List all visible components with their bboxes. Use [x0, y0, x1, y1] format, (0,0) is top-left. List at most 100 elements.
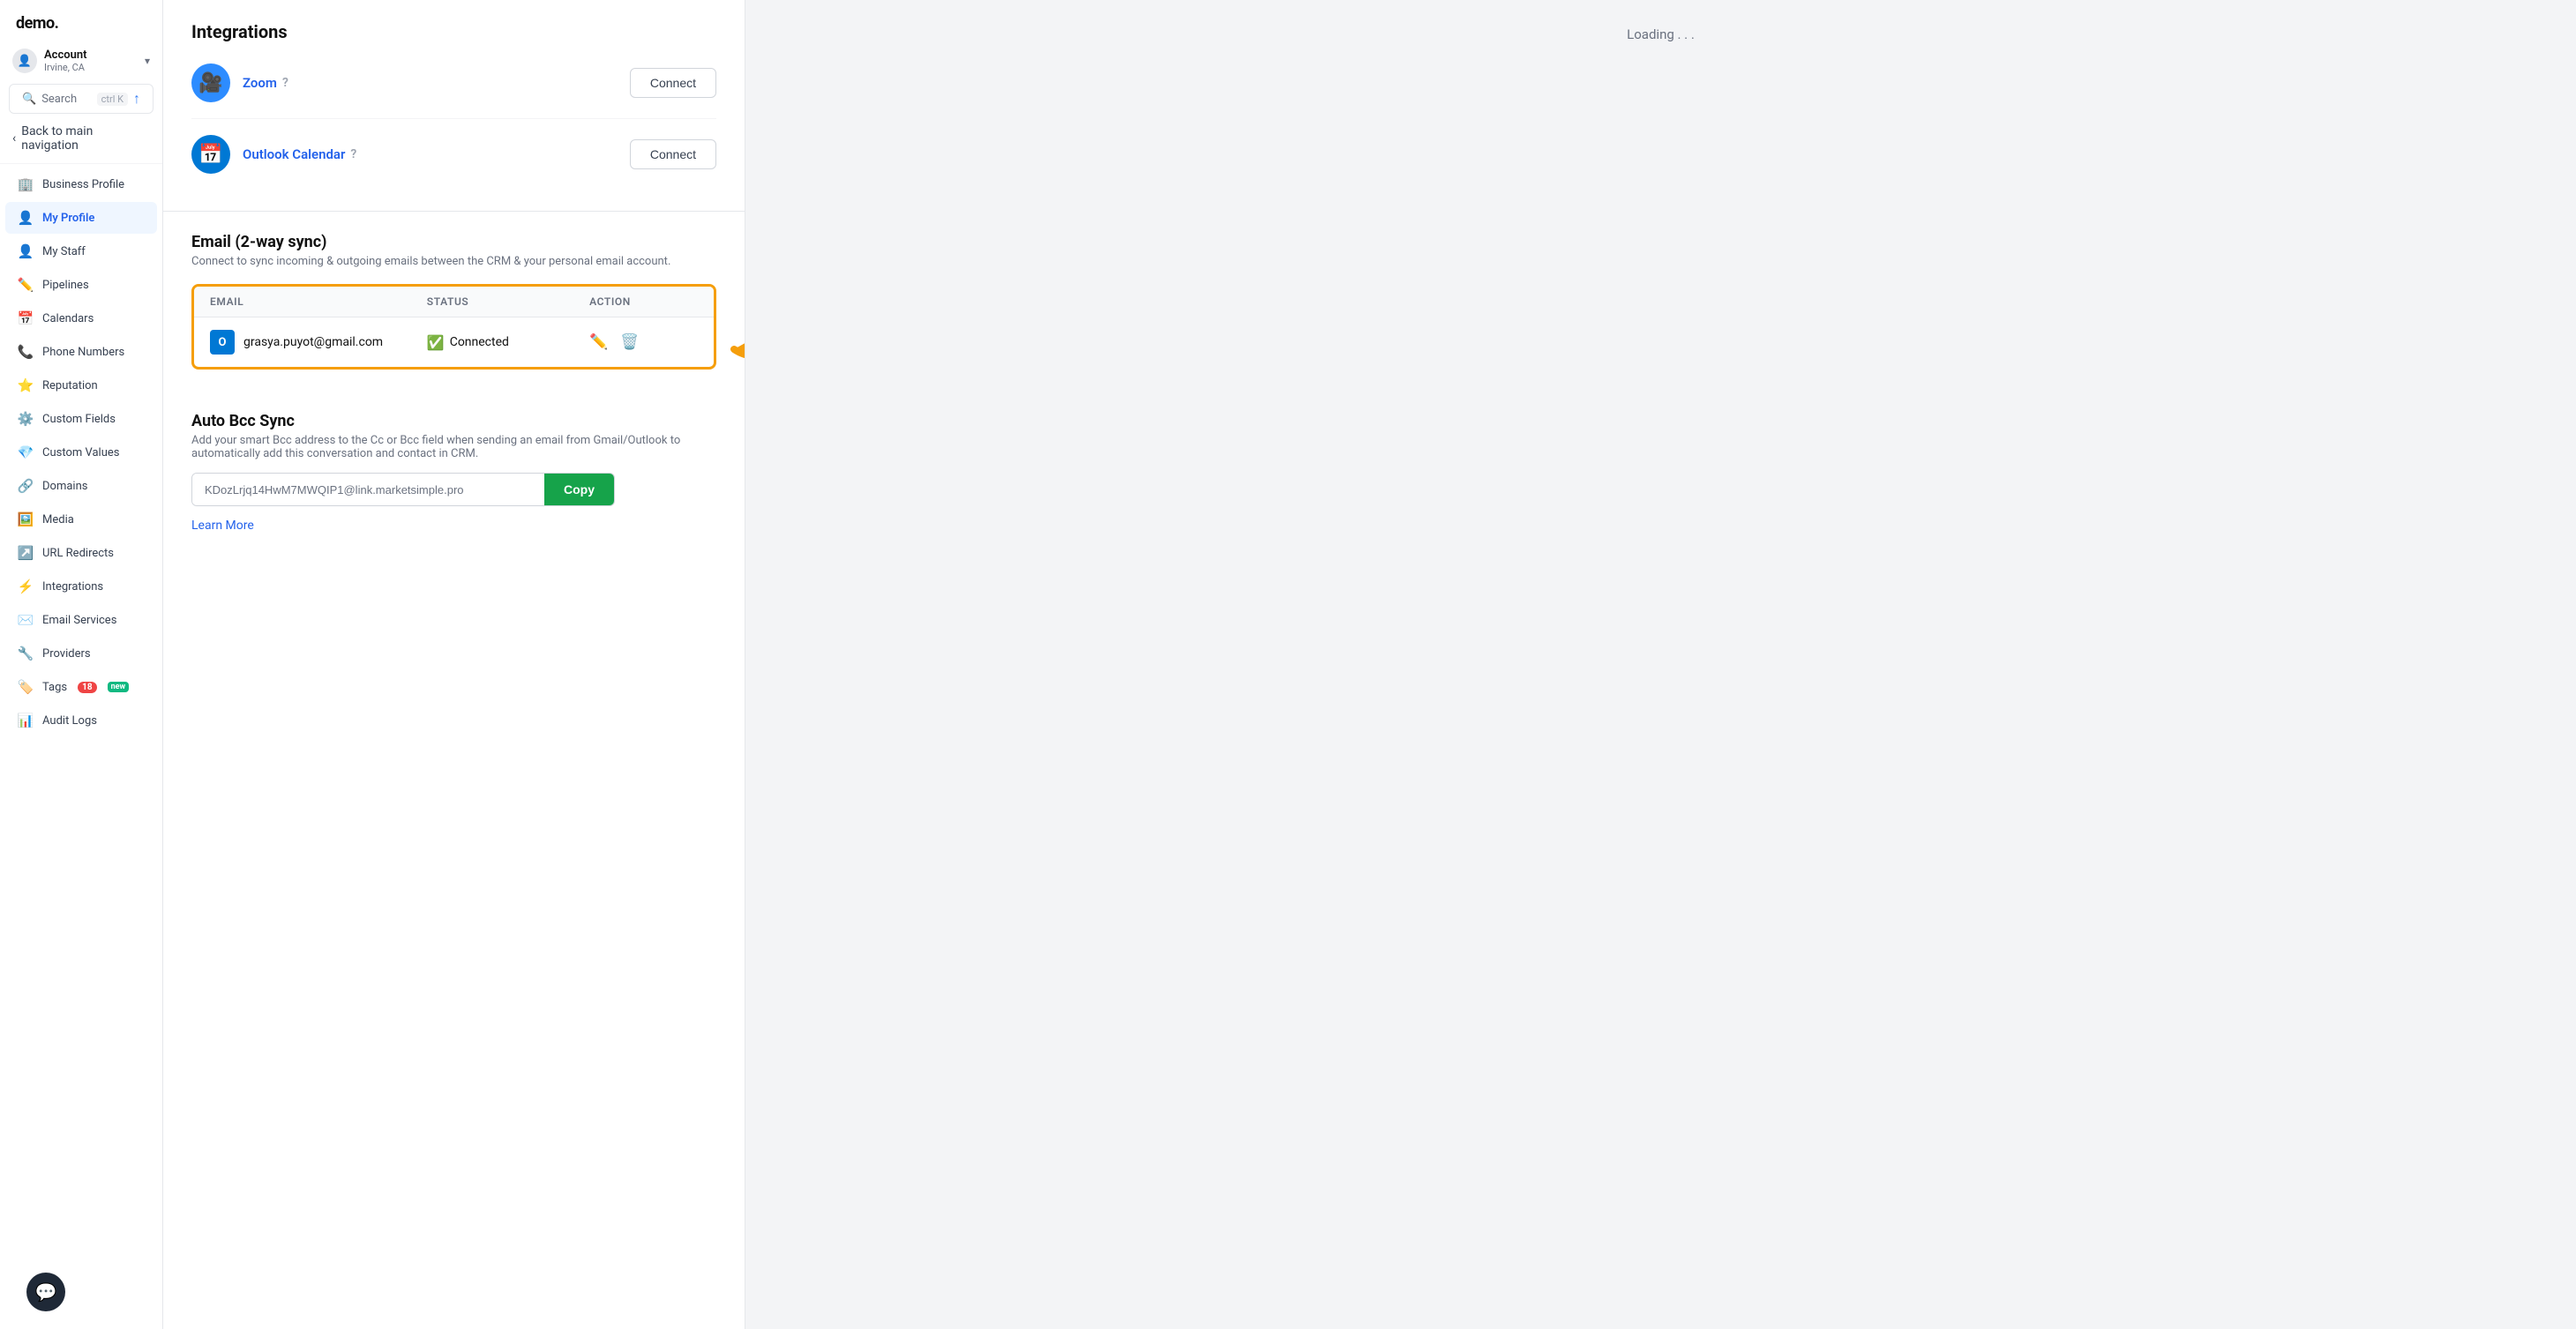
sidebar-item-domains[interactable]: 🔗 Domains [5, 470, 157, 502]
integrations-title: Integrations [191, 21, 716, 42]
zoom-logo: 🎥 [191, 63, 230, 102]
delete-icon[interactable]: 🗑️ [620, 333, 639, 351]
search-label: Search [41, 93, 77, 106]
zoom-name: Zoom ? [243, 75, 288, 91]
sidebar-item-custom-fields[interactable]: ⚙️ Custom Fields [5, 403, 157, 435]
media-icon: 🖼️ [18, 511, 34, 527]
sidebar-item-custom-values[interactable]: 💎 Custom Values [5, 437, 157, 468]
sidebar-item-label: My Profile [42, 212, 94, 225]
outlook-integration-item: 📅 Outlook Calendar ? Connect [191, 119, 716, 190]
sidebar-item-url-redirects[interactable]: ↗️ URL Redirects [5, 537, 157, 569]
account-name: Account [44, 49, 138, 62]
sidebar-item-label: Reputation [42, 379, 98, 392]
outlook-logo: 📅 [191, 135, 230, 174]
account-selector[interactable]: 👤 Account Irvine, CA ▾ [0, 41, 162, 80]
status-cell: ✅ Connected [427, 334, 589, 351]
reputation-icon: ⭐ [18, 377, 34, 393]
sidebar-item-label: My Staff [42, 245, 86, 258]
sidebar-item-business-profile[interactable]: 🏢 Business Profile [5, 168, 157, 200]
navigate-icon: ↑ [133, 90, 140, 108]
sidebar-item-phone-numbers[interactable]: 📞 Phone Numbers [5, 336, 157, 368]
zoom-connect-button[interactable]: Connect [630, 68, 716, 98]
account-avatar: 👤 [12, 49, 37, 73]
outlook-help-icon[interactable]: ? [350, 147, 356, 161]
sidebar-item-label: Custom Values [42, 446, 120, 459]
edit-icon[interactable]: ✏️ [589, 333, 608, 351]
chat-icon: 💬 [35, 1281, 57, 1303]
chevron-down-icon: ▾ [145, 55, 150, 67]
learn-more-link[interactable]: Learn More [191, 519, 254, 533]
url-redirects-icon: ↗️ [18, 545, 34, 561]
status-check-icon: ✅ [427, 334, 445, 351]
tags-badge: 18 [78, 682, 96, 693]
email-services-icon: ✉️ [18, 612, 34, 628]
zoom-integration-item: 🎥 Zoom ? Connect [191, 48, 716, 119]
divider [0, 163, 162, 164]
app-logo: demo. [0, 0, 162, 41]
back-nav-label: Back to main navigation [21, 124, 150, 153]
outlook-connect-button[interactable]: Connect [630, 139, 716, 169]
yellow-arrow-annotation [716, 279, 745, 393]
sidebar-item-reputation[interactable]: ⭐ Reputation [5, 370, 157, 401]
copy-button[interactable]: Copy [544, 474, 614, 505]
center-panel: Integrations 🎥 Zoom ? Connect 📅 Outlook … [163, 0, 745, 1329]
my-profile-icon: 👤 [18, 210, 34, 226]
search-shortcut: ctrl K [97, 93, 128, 106]
email-col-header: Email [210, 295, 427, 308]
sidebar-item-tags[interactable]: 🏷️ Tags 18 new [5, 671, 157, 703]
sidebar-item-my-staff[interactable]: 👤 My Staff [5, 235, 157, 267]
sidebar-item-label: Phone Numbers [42, 346, 124, 359]
sidebar-item-providers[interactable]: 🔧 Providers [5, 638, 157, 669]
sidebar-item-label: Tags [42, 681, 67, 694]
back-navigation[interactable]: ‹ Back to main navigation [0, 117, 162, 160]
email-address: grasya.puyot@gmail.com [243, 335, 383, 349]
sidebar-item-label: Calendars [42, 312, 94, 325]
table-row: O grasya.puyot@gmail.com ✅ Connected ✏️ … [194, 317, 714, 367]
sidebar-item-label: Audit Logs [42, 714, 97, 728]
integrations-icon: ⚡ [18, 579, 34, 594]
tags-new-badge: new [108, 682, 130, 692]
sidebar: demo. 👤 Account Irvine, CA ▾ 🔍 Search ct… [0, 0, 163, 1329]
outlook-small-icon: O [210, 330, 235, 355]
sidebar-item-email-services[interactable]: ✉️ Email Services [5, 604, 157, 636]
calendars-icon: 📅 [18, 310, 34, 326]
email-table-header: Email Status Action [194, 287, 714, 317]
sidebar-item-label: Business Profile [42, 178, 124, 191]
sidebar-item-media[interactable]: 🖼️ Media [5, 504, 157, 535]
search-bar[interactable]: 🔍 Search ctrl K ↑ [9, 84, 154, 114]
email-sync-section: Email (2-way sync) Connect to sync incom… [163, 211, 745, 412]
sidebar-item-label: Providers [42, 647, 91, 661]
zoom-help-icon[interactable]: ? [282, 76, 288, 90]
bcc-address-input[interactable] [192, 474, 544, 505]
sidebar-item-label: Media [42, 513, 74, 526]
bcc-input-row: Copy [191, 473, 615, 506]
sidebar-item-integrations[interactable]: ⚡ Integrations [5, 571, 157, 602]
loading-indicator: Loading . . . [1627, 26, 1695, 42]
integrations-section: Integrations 🎥 Zoom ? Connect 📅 Outlook … [163, 0, 745, 211]
sidebar-item-audit-logs[interactable]: 📊 Audit Logs [5, 705, 157, 736]
right-panel: Loading . . . [745, 0, 2576, 1329]
custom-fields-icon: ⚙️ [18, 411, 34, 427]
audit-logs-icon: 📊 [18, 713, 34, 728]
business-profile-icon: 🏢 [18, 176, 34, 192]
main-content: Integrations 🎥 Zoom ? Connect 📅 Outlook … [163, 0, 2576, 1329]
email-sync-table: Email Status Action O grasya.puyot@gmail… [191, 284, 716, 370]
status-col-header: Status [427, 295, 589, 308]
action-col-header: Action [589, 295, 698, 308]
email-cell: O grasya.puyot@gmail.com [210, 330, 427, 355]
sidebar-item-my-profile[interactable]: 👤 My Profile [5, 202, 157, 234]
sidebar-item-label: Integrations [42, 580, 103, 594]
status-label: Connected [450, 335, 509, 349]
action-cell: ✏️ 🗑️ [589, 333, 698, 351]
outlook-name: Outlook Calendar ? [243, 146, 356, 162]
sidebar-item-label: Email Services [42, 614, 116, 627]
sidebar-item-calendars[interactable]: 📅 Calendars [5, 302, 157, 334]
email-sync-title: Email (2-way sync) [191, 233, 716, 251]
email-sync-description: Connect to sync incoming & outgoing emai… [191, 255, 716, 268]
providers-icon: 🔧 [18, 646, 34, 661]
sidebar-item-pipelines[interactable]: ✏️ Pipelines [5, 269, 157, 301]
account-info: Account Irvine, CA [44, 49, 138, 73]
sidebar-item-label: Custom Fields [42, 413, 116, 426]
back-arrow-icon: ‹ [12, 131, 16, 146]
chat-fab-button[interactable]: 💬 [26, 1273, 65, 1311]
